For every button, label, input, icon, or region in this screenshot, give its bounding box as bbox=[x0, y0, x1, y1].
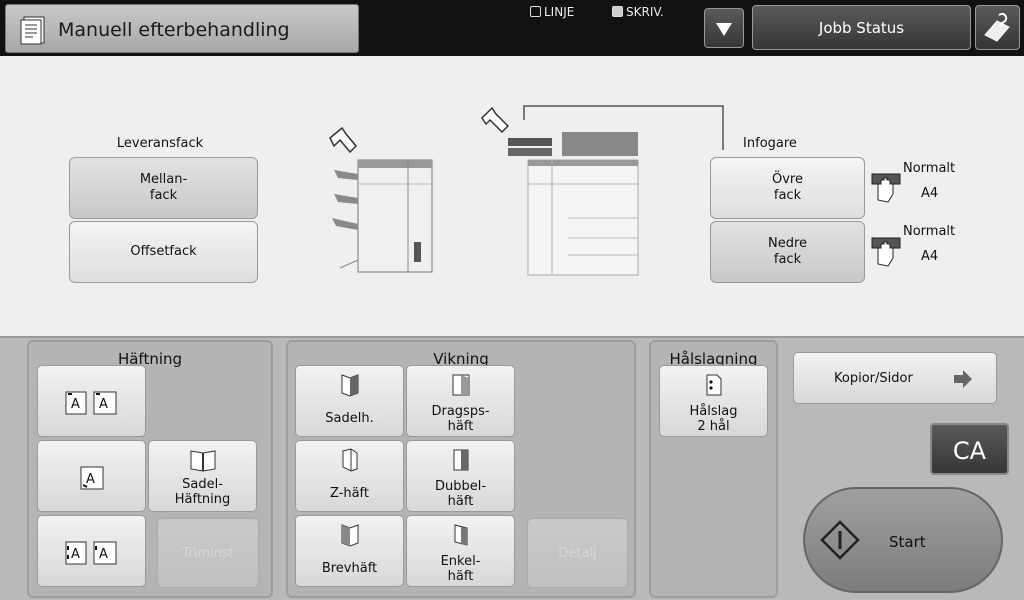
upper-tray-button[interactable]: Övre fack bbox=[710, 157, 865, 219]
punch-label-1: Hålslag bbox=[689, 404, 738, 419]
trim-settings-label: Triminst bbox=[182, 546, 234, 561]
single-fold-icon bbox=[454, 524, 467, 546]
upper-tray-paper-type: Normalt bbox=[903, 161, 956, 176]
letter-fold-label: Brevhäft bbox=[321, 561, 378, 576]
double-fold-label-2: häft bbox=[447, 494, 474, 509]
upper-tray-label-1: Övre bbox=[772, 172, 803, 187]
line-checkbox-label: LINJE bbox=[544, 5, 575, 19]
triangle-down-icon bbox=[716, 23, 732, 36]
lower-tray-label-2: fack bbox=[773, 252, 802, 267]
letter-fold-icon bbox=[341, 524, 358, 547]
saddle-staple-label-2: Häftning bbox=[174, 492, 231, 507]
saddle-fold-label: Sadelh. bbox=[325, 411, 374, 426]
saddle-staple-label-1: Sadel- bbox=[182, 477, 223, 492]
print-checkbox-box[interactable] bbox=[612, 6, 623, 17]
lower-tray-button[interactable]: Nedre fack bbox=[710, 221, 865, 283]
output-tray-label: Leveransfack bbox=[116, 136, 204, 151]
svg-text:A: A bbox=[99, 547, 108, 562]
staple-left-button[interactable]: A A bbox=[37, 515, 146, 587]
inserter-label: Infogare bbox=[743, 136, 797, 151]
clear-all-label: CA bbox=[952, 437, 987, 465]
mode-title: Manuell efterbehandling bbox=[58, 19, 290, 41]
z-fold-icon bbox=[342, 448, 357, 472]
gate-fold-icon bbox=[452, 374, 469, 396]
upper-tray-label-2: fack bbox=[773, 188, 802, 203]
single-fold-label-2: häft bbox=[447, 569, 474, 584]
dropdown-button[interactable] bbox=[704, 8, 744, 48]
arrow-right-icon bbox=[954, 370, 972, 388]
line-checkbox-box[interactable] bbox=[530, 6, 541, 17]
gate-fold-label-1: Dragsps- bbox=[431, 404, 490, 419]
svg-text:A: A bbox=[86, 472, 95, 487]
job-status-button[interactable]: Jobb Status bbox=[752, 5, 971, 50]
staple-two-corner-button[interactable]: A A bbox=[37, 365, 146, 437]
gate-fold-button[interactable]: Dragsps- häft bbox=[406, 365, 515, 437]
gate-fold-label-2: häft bbox=[447, 419, 474, 434]
copies-pages-button[interactable]: Kopior/Sidor bbox=[793, 352, 997, 404]
double-fold-icon bbox=[453, 449, 468, 471]
lower-tray-paper-size: A4 bbox=[921, 249, 939, 264]
staple-one-corner-button[interactable]: A bbox=[37, 440, 146, 512]
lower-tray-paper-type: Normalt bbox=[903, 224, 956, 239]
finisher-illustration bbox=[329, 126, 433, 273]
z-fold-button[interactable]: Z-häft bbox=[295, 440, 404, 512]
punch-holes-icon bbox=[706, 374, 721, 396]
offset-tray-button[interactable]: Offsetfack bbox=[69, 221, 258, 283]
offset-tray-label: Offsetfack bbox=[130, 244, 197, 259]
svg-text:A: A bbox=[99, 397, 108, 412]
print-checkbox[interactable]: SKRIV. bbox=[612, 5, 664, 19]
staple-left-icon: A A bbox=[65, 541, 116, 565]
punch-label-2: 2 hål bbox=[697, 419, 730, 434]
open-book-icon bbox=[190, 450, 215, 472]
trim-settings-button[interactable]: Triminst bbox=[157, 518, 259, 588]
start-diamond-icon bbox=[820, 520, 860, 560]
z-fold-label: Z-häft bbox=[329, 486, 370, 501]
print-checkbox-label: SKRIV. bbox=[626, 5, 664, 19]
hand-paper-icon bbox=[871, 173, 901, 203]
staple-two-icon: A A bbox=[65, 391, 116, 415]
staple-one-icon: A bbox=[80, 466, 103, 490]
svg-text:A: A bbox=[71, 547, 80, 562]
printer-illustration bbox=[481, 105, 724, 276]
fold-detail-button[interactable]: Detalj bbox=[527, 518, 628, 588]
help-button[interactable] bbox=[975, 5, 1020, 50]
punch-button[interactable]: Hålslag 2 hål bbox=[659, 365, 768, 437]
middle-tray-label-2: fack bbox=[149, 188, 178, 203]
saddle-fold-icon bbox=[341, 374, 358, 397]
document-list-icon bbox=[20, 16, 45, 45]
saddle-fold-button[interactable]: Sadelh. bbox=[295, 365, 404, 437]
clear-all-button[interactable]: CA bbox=[930, 423, 1009, 475]
start-label: Start bbox=[889, 533, 926, 551]
double-fold-button[interactable]: Dubbel- häft bbox=[406, 440, 515, 512]
mode-title-tab[interactable]: Manuell efterbehandling bbox=[5, 4, 359, 53]
middle-tray-button[interactable]: Mellan- fack bbox=[69, 157, 258, 219]
double-fold-label-1: Dubbel- bbox=[434, 479, 487, 494]
hand-paper-icon bbox=[871, 237, 901, 267]
single-fold-label-1: Enkel- bbox=[440, 554, 481, 569]
start-button[interactable]: Start bbox=[803, 487, 1003, 593]
svg-text:A: A bbox=[71, 397, 80, 412]
letter-fold-button[interactable]: Brevhäft bbox=[295, 515, 404, 587]
middle-tray-label-1: Mellan- bbox=[139, 172, 188, 187]
help-book-icon bbox=[984, 12, 1010, 42]
upper-tray-paper-size: A4 bbox=[921, 186, 939, 201]
single-fold-button[interactable]: Enkel- häft bbox=[406, 515, 515, 587]
line-checkbox[interactable]: LINJE bbox=[530, 5, 574, 19]
job-status-label: Jobb Status bbox=[818, 19, 905, 37]
fold-detail-label: Detalj bbox=[558, 546, 597, 561]
saddle-staple-button[interactable]: Sadel- Häftning bbox=[148, 440, 257, 512]
copies-pages-label: Kopior/Sidor bbox=[834, 371, 913, 386]
lower-tray-label-1: Nedre bbox=[767, 236, 808, 251]
